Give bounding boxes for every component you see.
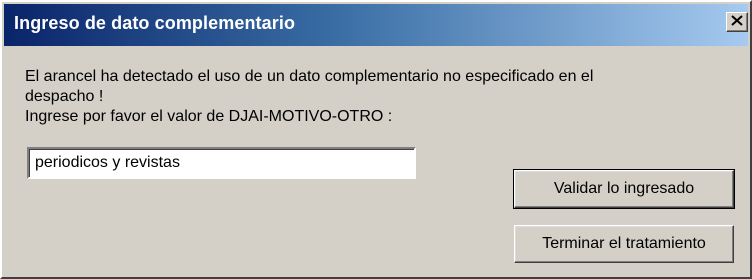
validate-button[interactable]: Validar lo ingresado [513, 169, 735, 209]
message-line-2: despacho ! [25, 88, 104, 105]
message-line-1: El arancel ha detectado el uso de un dat… [25, 68, 594, 85]
value-input[interactable] [27, 147, 416, 179]
close-icon [731, 13, 743, 31]
terminate-button[interactable]: Terminar el tratamiento [514, 225, 734, 263]
close-button[interactable] [726, 12, 748, 32]
dialog-window: Ingreso de dato complementario El arance… [0, 0, 752, 279]
message-line-3: Ingrese por favor el valor de DJAI-MOTIV… [25, 108, 393, 125]
message-text: El arancel ha detectado el uso de un dat… [25, 67, 725, 127]
title-bar[interactable]: Ingreso de dato complementario [4, 4, 748, 46]
dialog-title: Ingreso de dato complementario [14, 13, 296, 33]
